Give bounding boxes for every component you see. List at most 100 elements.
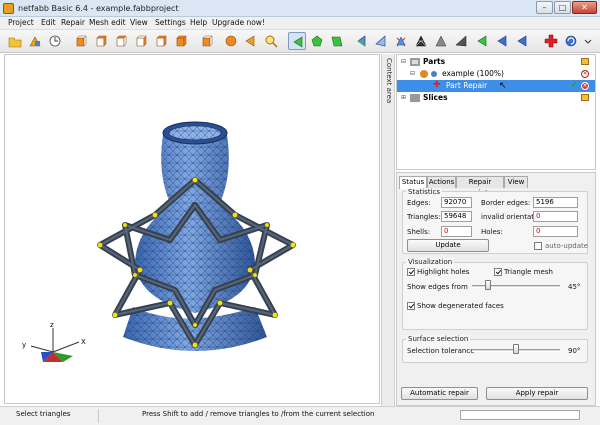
tree-row-part-repair[interactable]: ✚ Part Repair ✔ × xyxy=(397,80,595,92)
remove-part-icon[interactable]: × xyxy=(581,70,589,78)
status-mode: Select triangles xyxy=(16,410,71,418)
parts-folder-icon[interactable] xyxy=(581,58,589,65)
measure-icon[interactable] xyxy=(46,32,64,50)
tree-row-parts[interactable]: ⊟ Parts xyxy=(397,56,595,68)
triangle-mesh-checkbox[interactable] xyxy=(494,268,502,276)
toolbar-overflow-icon[interactable] xyxy=(582,32,594,50)
select-edge-icon[interactable] xyxy=(352,32,370,50)
menu-settings[interactable]: Settings xyxy=(155,18,186,27)
tree-row-example[interactable]: ⊟ example (100%) × xyxy=(397,68,595,80)
progress-bar xyxy=(460,410,580,420)
brush-select-icon[interactable] xyxy=(372,32,390,50)
minimize-button[interactable]: – xyxy=(536,1,553,14)
menu-mesh-edit[interactable]: Mesh edit xyxy=(89,18,126,27)
menu-edit[interactable]: Edit xyxy=(41,18,56,27)
menu-upgrade-now[interactable]: Upgrade now! xyxy=(212,18,265,27)
tree-part-repair-label: Part Repair xyxy=(446,81,488,90)
axis-x-label: X xyxy=(81,338,86,346)
show-degenerated-label: Show degenerated faces xyxy=(417,302,504,310)
collapse-icon[interactable]: ⊟ xyxy=(401,58,406,65)
holes-field: 0 xyxy=(533,226,578,237)
zoom-icon[interactable] xyxy=(262,32,280,50)
add-part-icon[interactable] xyxy=(26,32,44,50)
rotate-icon[interactable] xyxy=(242,32,260,50)
apply-repair-button[interactable]: Apply repair xyxy=(486,387,588,400)
menu-repair[interactable]: Repair xyxy=(61,18,85,27)
view-back-icon[interactable] xyxy=(92,32,110,50)
update-button[interactable]: Update xyxy=(407,239,489,252)
select-shell-icon[interactable] xyxy=(328,32,346,50)
invalid-orientation-field: 0 xyxy=(533,211,578,222)
repair-cross-icon: ✚ xyxy=(433,80,441,90)
view-bottom-icon[interactable] xyxy=(172,32,190,50)
collapse-example-icon[interactable]: ⊟ xyxy=(410,70,415,77)
highlight-holes-label: Highlight holes xyxy=(417,268,470,276)
statistics-title: Statistics xyxy=(406,188,442,196)
axis-y-label: y xyxy=(22,341,27,349)
border-edges-label: Border edges: xyxy=(481,199,531,207)
menu-project[interactable]: Project xyxy=(8,18,34,27)
expand-slices-icon[interactable]: ⊞ xyxy=(401,94,406,101)
arrow-left-blue-icon[interactable] xyxy=(494,32,512,50)
toolbar xyxy=(0,30,600,53)
select-pentagon-icon[interactable] xyxy=(308,32,326,50)
shells-field: 0 xyxy=(441,226,472,237)
tab-actions[interactable]: Actions xyxy=(427,176,456,188)
arrow-left-blue-2-icon[interactable] xyxy=(514,32,532,50)
apply-check-icon[interactable]: ✔ xyxy=(571,80,578,89)
show-edges-value: 45° xyxy=(568,283,581,291)
axis-z-label: z xyxy=(50,321,54,329)
plus-red-icon[interactable] xyxy=(542,32,560,50)
menu-help[interactable]: Help xyxy=(190,18,207,27)
tree-example-label: example (100%) xyxy=(442,69,504,78)
tree-slices-label: Slices xyxy=(423,93,448,102)
mesh-grey-icon[interactable] xyxy=(432,32,450,50)
maximize-button[interactable]: □ xyxy=(554,1,571,14)
sphere-icon[interactable] xyxy=(222,32,240,50)
view-left-icon[interactable] xyxy=(112,32,130,50)
netfabb-logo-icon xyxy=(3,3,14,14)
triangles-label: Triangles: xyxy=(407,213,441,221)
tree-parts-label: Parts xyxy=(423,57,446,66)
show-edges-label: Show edges from xyxy=(407,283,468,291)
tree-row-slices[interactable]: ⊞ Slices xyxy=(397,92,595,104)
3d-viewport[interactable]: z y X xyxy=(4,54,380,404)
highlight-holes-checkbox[interactable] xyxy=(407,268,415,276)
select-triangle-tool-icon[interactable] xyxy=(288,32,306,50)
view-isometric-icon[interactable] xyxy=(198,32,216,50)
slices-folder-icon[interactable] xyxy=(581,94,589,101)
automatic-repair-button[interactable]: Automatic repair xyxy=(401,387,478,400)
context-area-label: Context area xyxy=(385,58,393,104)
view-front-icon[interactable] xyxy=(72,32,90,50)
part-visible-icon[interactable] xyxy=(431,71,437,77)
mesh-side-icon[interactable] xyxy=(452,32,470,50)
close-button[interactable]: ✕ xyxy=(572,1,597,14)
status-message: Press Shift to add / remove triangles to… xyxy=(142,410,375,418)
parts-icon xyxy=(410,58,420,66)
menu-view[interactable]: View xyxy=(130,18,148,27)
tab-repair-scripts[interactable]: Repair scripts xyxy=(456,176,504,197)
show-degenerated-checkbox[interactable] xyxy=(407,302,415,310)
view-right-icon[interactable] xyxy=(132,32,150,50)
open-folder-icon[interactable] xyxy=(6,32,24,50)
surface-selection-title: Surface selection xyxy=(406,335,471,343)
project-tree: ⊟ Parts ⊟ example (100%) × ✚ Part Repair… xyxy=(396,54,596,170)
show-edges-slider-handle[interactable] xyxy=(485,280,492,290)
cancel-repair-icon[interactable]: × xyxy=(581,82,589,90)
visualization-title: Visualization xyxy=(406,258,455,266)
tab-view[interactable]: View xyxy=(504,176,528,188)
selection-tolerance-value: 90° xyxy=(568,347,581,355)
holes-label: Holes: xyxy=(481,228,503,236)
border-edges-field: 5196 xyxy=(533,197,578,208)
axis-gizmo-icon xyxy=(30,328,80,362)
triangles-field: 59648 xyxy=(441,211,472,222)
refresh-icon[interactable] xyxy=(562,32,580,50)
arrow-left-green-icon[interactable] xyxy=(474,32,492,50)
mesh-triangle-icon[interactable] xyxy=(412,32,430,50)
auto-update-checkbox[interactable] xyxy=(534,242,542,250)
paint-triangles-icon[interactable] xyxy=(392,32,410,50)
triangle-mesh-label: Triangle mesh xyxy=(504,268,553,276)
selection-tolerance-slider-handle[interactable] xyxy=(513,344,519,354)
mouse-cursor-icon: ↖ xyxy=(499,81,507,91)
view-top-icon[interactable] xyxy=(152,32,170,50)
